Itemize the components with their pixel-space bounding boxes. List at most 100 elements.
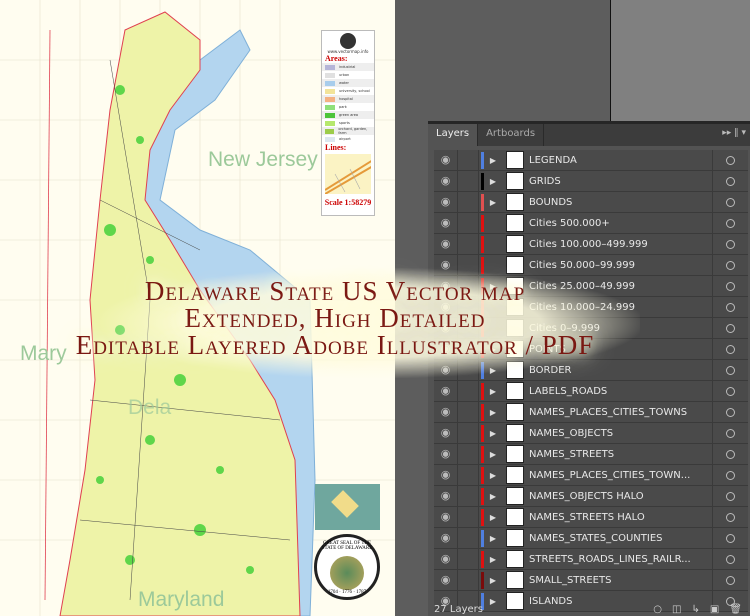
expand-triangle-icon[interactable]: ▶ xyxy=(486,429,500,438)
expand-triangle-icon[interactable]: ▶ xyxy=(486,576,500,585)
target-circle-icon[interactable] xyxy=(712,360,748,380)
layer-row[interactable]: ◉ Cities 500.000+ xyxy=(434,213,748,234)
target-circle-icon[interactable] xyxy=(712,213,748,233)
layer-row[interactable]: ◉ ▶ LEGENDA xyxy=(434,150,748,171)
lock-toggle[interactable] xyxy=(458,402,479,422)
expand-triangle-icon[interactable]: ▶ xyxy=(486,177,500,186)
eye-icon[interactable]: ◉ xyxy=(434,549,458,569)
eye-icon[interactable]: ◉ xyxy=(434,444,458,464)
panel-menu-icon[interactable]: ▸▸ ‖ ▾ xyxy=(722,128,746,138)
layer-row[interactable]: ◉ ▶ NAMES_PLACES_CITIES_TOWN... xyxy=(434,465,748,486)
lock-toggle[interactable] xyxy=(458,528,479,548)
eye-icon[interactable]: ◉ xyxy=(434,381,458,401)
target-circle-icon[interactable] xyxy=(712,192,748,212)
target-circle-icon[interactable] xyxy=(712,465,748,485)
layer-name[interactable]: NAMES_STREETS HALO xyxy=(529,512,712,523)
target-circle-icon[interactable] xyxy=(712,423,748,443)
target-circle-icon[interactable] xyxy=(712,381,748,401)
layer-row[interactable]: ◉ ▶ NAMES_STREETS xyxy=(434,444,748,465)
eye-icon[interactable]: ◉ xyxy=(434,213,458,233)
target-circle-icon[interactable] xyxy=(712,444,748,464)
layer-name[interactable]: BOUNDS xyxy=(529,197,712,208)
layer-row[interactable]: ◉ ▶ GRIDS xyxy=(434,171,748,192)
lock-toggle[interactable] xyxy=(458,486,479,506)
expand-triangle-icon[interactable]: ▶ xyxy=(486,471,500,480)
lock-toggle[interactable] xyxy=(458,444,479,464)
layer-row[interactable]: ◉ ▶ STREETS_ROADS_LINES_RAILR... xyxy=(434,549,748,570)
tab-layers[interactable]: Layers xyxy=(428,124,479,146)
expand-triangle-icon[interactable]: ▶ xyxy=(486,156,500,165)
lock-toggle[interactable] xyxy=(458,423,479,443)
eye-icon[interactable]: ◉ xyxy=(434,402,458,422)
layer-row[interactable]: ◉ Cities 100.000–499.999 xyxy=(434,234,748,255)
layer-name[interactable]: NAMES_STATES_COUNTIES xyxy=(529,533,712,544)
lock-toggle[interactable] xyxy=(458,213,479,233)
layer-name[interactable]: Cities 100.000–499.999 xyxy=(529,239,712,250)
target-circle-icon[interactable] xyxy=(712,570,748,590)
lock-toggle[interactable] xyxy=(458,381,479,401)
target-circle-icon[interactable] xyxy=(712,549,748,569)
tab-artboards[interactable]: Artboards xyxy=(478,124,545,146)
eye-icon[interactable]: ◉ xyxy=(434,234,458,254)
layer-row[interactable]: ◉ ▶ NAMES_STATES_COUNTIES xyxy=(434,528,748,549)
layer-name[interactable]: SMALL_STREETS xyxy=(529,575,712,586)
create-sublayer-icon[interactable]: ↳ xyxy=(691,604,699,615)
layer-row[interactable]: ◉ ▶ NAMES_OBJECTS HALO xyxy=(434,486,748,507)
lock-toggle[interactable] xyxy=(458,171,479,191)
target-circle-icon[interactable] xyxy=(712,318,748,338)
layer-name[interactable]: LEGENDA xyxy=(529,155,712,166)
target-circle-icon[interactable] xyxy=(712,255,748,275)
delete-layer-icon[interactable]: 🗑 xyxy=(729,604,742,615)
eye-icon[interactable]: ◉ xyxy=(434,465,458,485)
layer-name[interactable]: NAMES_PLACES_CITIES_TOWNS xyxy=(529,407,712,418)
expand-triangle-icon[interactable]: ▶ xyxy=(486,513,500,522)
layer-row[interactable]: ◉ ▶ NAMES_PLACES_CITIES_TOWNS xyxy=(434,402,748,423)
eye-icon[interactable]: ◉ xyxy=(434,528,458,548)
eye-icon[interactable]: ◉ xyxy=(434,192,458,212)
layer-row[interactable]: ◉ ▶ NAMES_STREETS HALO xyxy=(434,507,748,528)
layer-name[interactable]: LABELS_ROADS xyxy=(529,386,712,397)
layer-name[interactable]: NAMES_STREETS xyxy=(529,449,712,460)
layer-name[interactable]: NAMES_OBJECTS xyxy=(529,428,712,439)
target-circle-icon[interactable] xyxy=(712,150,748,170)
target-circle-icon[interactable] xyxy=(712,339,748,359)
locate-object-icon[interactable]: ○ xyxy=(653,604,662,615)
lock-toggle[interactable] xyxy=(458,465,479,485)
layer-row[interactable]: ◉ ▶ LABELS_ROADS xyxy=(434,381,748,402)
lock-toggle[interactable] xyxy=(458,192,479,212)
target-circle-icon[interactable] xyxy=(712,507,748,527)
target-circle-icon[interactable] xyxy=(712,276,748,296)
target-circle-icon[interactable] xyxy=(712,234,748,254)
expand-triangle-icon[interactable]: ▶ xyxy=(486,387,500,396)
layer-name[interactable]: NAMES_PLACES_CITIES_TOWN... xyxy=(529,470,712,481)
lock-toggle[interactable] xyxy=(458,507,479,527)
lock-toggle[interactable] xyxy=(458,234,479,254)
make-clipping-mask-icon[interactable]: ◫ xyxy=(672,604,681,615)
new-layer-icon[interactable]: ▣ xyxy=(710,604,719,615)
layer-name[interactable]: Cities 500.000+ xyxy=(529,218,712,229)
eye-icon[interactable]: ◉ xyxy=(434,423,458,443)
expand-triangle-icon[interactable]: ▶ xyxy=(486,492,500,501)
target-circle-icon[interactable] xyxy=(712,297,748,317)
expand-triangle-icon[interactable]: ▶ xyxy=(486,450,500,459)
eye-icon[interactable]: ◉ xyxy=(434,150,458,170)
layer-name[interactable]: STREETS_ROADS_LINES_RAILR... xyxy=(529,554,712,565)
target-circle-icon[interactable] xyxy=(712,486,748,506)
expand-triangle-icon[interactable]: ▶ xyxy=(486,534,500,543)
layer-name[interactable]: NAMES_OBJECTS HALO xyxy=(529,491,712,502)
lock-toggle[interactable] xyxy=(458,570,479,590)
lock-toggle[interactable] xyxy=(458,549,479,569)
eye-icon[interactable]: ◉ xyxy=(434,507,458,527)
layer-row[interactable]: ◉ ▶ BOUNDS xyxy=(434,192,748,213)
layer-row[interactable]: ◉ ▶ NAMES_OBJECTS xyxy=(434,423,748,444)
layer-name[interactable]: GRIDS xyxy=(529,176,712,187)
lock-toggle[interactable] xyxy=(458,150,479,170)
target-circle-icon[interactable] xyxy=(712,171,748,191)
layer-row[interactable]: ◉ ▶ SMALL_STREETS xyxy=(434,570,748,591)
target-circle-icon[interactable] xyxy=(712,402,748,422)
expand-triangle-icon[interactable]: ▶ xyxy=(486,555,500,564)
eye-icon[interactable]: ◉ xyxy=(434,570,458,590)
target-circle-icon[interactable] xyxy=(712,528,748,548)
eye-icon[interactable]: ◉ xyxy=(434,486,458,506)
expand-triangle-icon[interactable]: ▶ xyxy=(486,408,500,417)
